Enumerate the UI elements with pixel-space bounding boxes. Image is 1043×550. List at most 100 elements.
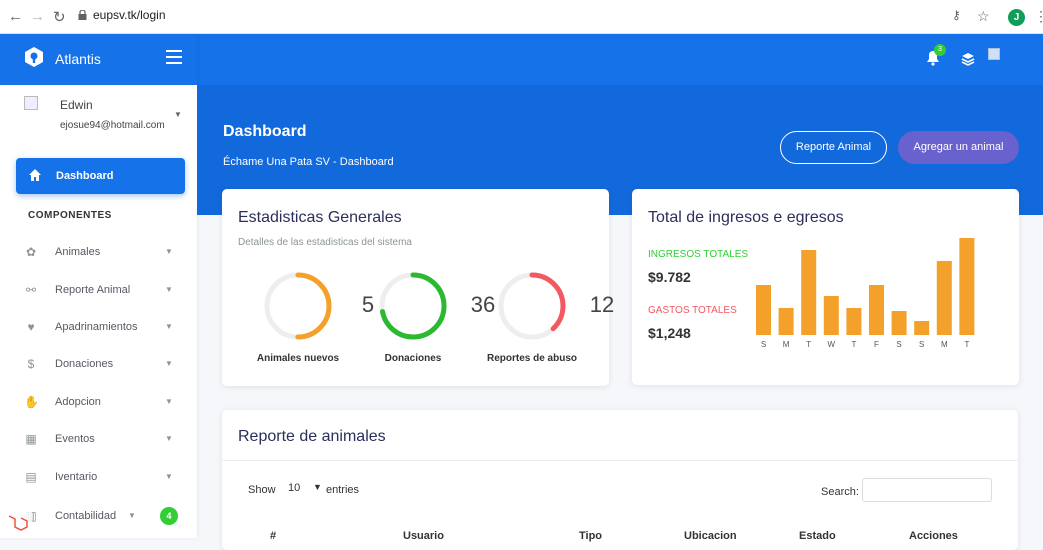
user-heart-icon: ♥ — [27, 320, 35, 334]
bar-1 — [778, 308, 794, 335]
user-name: Edwin — [60, 98, 93, 112]
chevron-down-icon: ▼ — [313, 482, 322, 492]
circle-reportes: 12 — [497, 271, 614, 341]
chevron-down-icon: ▼ — [165, 247, 173, 256]
sidebar-item-label: Reporte Animal — [55, 284, 131, 296]
count-badge: 4 — [160, 507, 178, 525]
chevron-down-icon: ▼ — [165, 322, 173, 331]
x-tick-label: F — [874, 340, 879, 349]
x-tick-label: S — [761, 340, 766, 349]
forward-icon[interactable]: → — [30, 8, 45, 25]
user-email: ejosue94@hotmail.com — [60, 120, 165, 131]
sidebar-item-label: Donaciones — [55, 358, 114, 370]
x-tick-label: M — [783, 340, 790, 349]
column-header[interactable]: Estado — [799, 530, 836, 542]
menu-dots-icon[interactable]: ⋮ — [1034, 8, 1043, 25]
bar-3 — [823, 296, 839, 335]
top-navbar: 3 — [197, 34, 1043, 85]
sidebar-item-eventos[interactable]: ▦ Eventos ▼ — [24, 430, 184, 450]
key-icon[interactable]: ⚷ — [952, 8, 961, 22]
column-header[interactable]: Ubicacion — [684, 530, 737, 542]
sidebar-item-reporte-animal[interactable]: ⚯ Reporte Animal ▼ — [24, 281, 184, 301]
back-icon[interactable]: ← — [8, 8, 23, 25]
layers-icon[interactable] — [961, 52, 975, 66]
address-bar[interactable]: eupsv.tk/login — [93, 8, 166, 22]
page-subtitle: Échame Una Pata SV - Dashboard — [223, 156, 394, 168]
home-icon — [29, 169, 41, 181]
bar-0 — [756, 285, 771, 335]
report-title: Reporte de animales — [238, 428, 386, 445]
chevron-down-icon[interactable]: ▼ — [174, 110, 182, 119]
sidebar: Atlantis Edwin ejosue94@hotmail.com ▼ Da… — [0, 34, 197, 538]
chevron-down-icon: ▼ — [165, 472, 173, 481]
sidebar-item-animales[interactable]: ✿ Animales ▼ — [24, 243, 184, 263]
ingresos-label: INGRESOS TOTALES — [648, 249, 749, 260]
bar-6 — [891, 311, 907, 335]
chevron-down-icon: ▼ — [128, 511, 136, 520]
search-label: Search: — [821, 486, 859, 498]
sidebar-item-label: Adopcion — [55, 396, 101, 408]
book-icon: ▤ — [25, 470, 37, 484]
sidebar-item-contabilidad[interactable]: ▥ Contabilidad ▼ 4 — [24, 507, 184, 527]
x-tick-label: T — [964, 340, 969, 349]
calendar-icon: ▦ — [25, 432, 37, 446]
chevron-down-icon: ▼ — [165, 359, 173, 368]
x-tick-label: S — [896, 340, 901, 349]
notification-badge: 3 — [934, 44, 946, 56]
reload-icon[interactable]: ↻ — [53, 8, 66, 26]
gastos-value: $1,248 — [648, 325, 691, 341]
add-animal-button[interactable]: Agregar un animal — [898, 131, 1019, 164]
column-header[interactable]: Acciones — [909, 530, 958, 542]
browser-chrome: ← → ↻ eupsv.tk/login ⚷ ☆ J ⋮ — [0, 0, 1043, 34]
profile-avatar[interactable]: J — [1008, 9, 1025, 26]
sidebar-item-dashboard[interactable]: Dashboard — [16, 158, 185, 194]
bar-7 — [914, 321, 930, 335]
sidebar-item-label: Apadrinamientos — [55, 321, 138, 333]
sidebar-item-label: Contabilidad — [55, 510, 117, 522]
circle-animales: 5 — [263, 271, 374, 341]
logo-icon[interactable] — [24, 46, 44, 68]
x-tick-label: T — [851, 340, 856, 349]
divider — [222, 460, 1018, 461]
star-icon[interactable]: ☆ — [977, 8, 990, 25]
entries-label: entries — [326, 484, 360, 496]
stats-subtitle: Detalles de las estadisticas del sistema — [238, 237, 412, 248]
circle-donaciones: 36 — [378, 271, 495, 341]
laravel-icon[interactable] — [6, 512, 32, 534]
sidebar-item-label: Eventos — [55, 433, 95, 445]
brand-name[interactable]: Atlantis — [55, 51, 101, 67]
page-title: Dashboard — [223, 123, 307, 140]
sidebar-item-apadrinamientos[interactable]: ♥ Apadrinamientos ▼ — [24, 318, 184, 338]
report-animal-button[interactable]: Reporte Animal — [780, 131, 887, 164]
bar-4 — [846, 308, 862, 335]
chevron-down-icon: ▼ — [165, 434, 173, 443]
column-header[interactable]: # — [270, 530, 276, 542]
x-tick-label: S — [919, 340, 924, 349]
report-card: Reporte de animales Show 10 ▼ entries Se… — [222, 410, 1018, 550]
user-avatar-image[interactable] — [988, 48, 1000, 60]
lock-icon — [78, 10, 87, 20]
stats-title: Estadisticas Generales — [238, 209, 402, 226]
bar-8 — [936, 261, 952, 335]
column-header[interactable]: Tipo — [579, 530, 602, 542]
search-input[interactable] — [862, 478, 992, 502]
sidebar-item-iventario[interactable]: ▤ Iventario ▼ — [24, 468, 184, 488]
sidebar-item-adopcion[interactable]: ✋ Adopcion ▼ — [24, 393, 184, 413]
bar-9 — [959, 238, 975, 335]
circle-label: Donaciones — [384, 353, 442, 364]
sidebar-item-label: Dashboard — [56, 170, 114, 182]
column-header[interactable]: Usuario — [403, 530, 444, 542]
circle-label: Reportes de abuso — [486, 353, 578, 364]
income-bar-chart: SMTWTFSSMT — [756, 238, 975, 349]
x-tick-label: W — [828, 340, 836, 349]
bar-5 — [869, 285, 884, 335]
income-title: Total de ingresos e egresos — [648, 209, 844, 226]
x-tick-label: T — [806, 340, 811, 349]
bone-icon: ⚯ — [25, 283, 37, 297]
hamburger-icon[interactable] — [166, 50, 182, 64]
bar-2 — [801, 250, 817, 335]
sidebar-item-donaciones[interactable]: $ Donaciones ▼ — [24, 355, 184, 375]
entries-value: 10 — [288, 482, 301, 494]
chevron-down-icon: ▼ — [165, 397, 173, 406]
dollar-icon: $ — [27, 357, 35, 371]
